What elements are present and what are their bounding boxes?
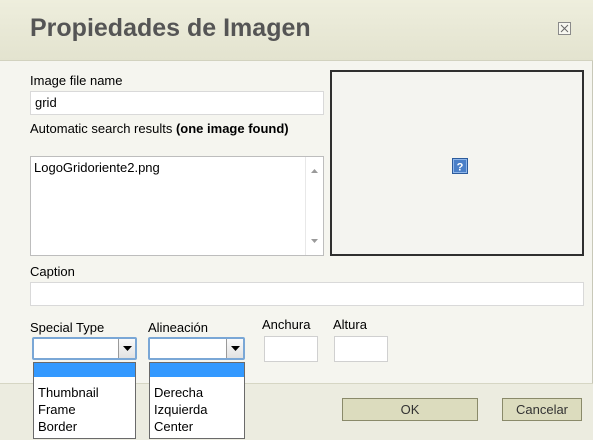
cancel-button[interactable]: Cancelar [502,398,582,421]
search-results-label: Automatic search results (one image foun… [30,122,320,136]
height-label: Altura [333,317,367,332]
ok-button[interactable]: OK [342,398,478,421]
search-results-label-text: Automatic search results [30,121,173,136]
special-type-label: Special Type [30,320,105,335]
width-input[interactable] [264,336,318,362]
image-properties-dialog: Propiedades de Imagen Image file name gr… [0,0,593,440]
list-scrollbar[interactable] [305,157,323,255]
special-type-option-empty[interactable] [34,363,135,377]
file-name-value: grid [35,95,57,110]
align-label: Alineación [148,320,208,335]
special-type-option-thumbnail[interactable]: Thumbnail [38,385,99,400]
align-select[interactable] [148,337,245,360]
image-preview: ? [330,70,584,256]
search-results-count: (one image found) [175,121,289,136]
height-input[interactable] [334,336,388,362]
align-dropdown-button[interactable] [226,339,243,358]
special-type-option-border[interactable]: Border [38,419,77,434]
scroll-up-arrow-icon[interactable] [306,165,323,177]
width-label: Anchura [262,317,311,332]
search-results-list[interactable]: LogoGridoriente2.png [30,156,324,256]
file-name-label: Image file name [30,73,123,88]
close-icon [560,24,569,33]
list-item[interactable]: LogoGridoriente2.png [34,160,160,175]
align-option-empty[interactable] [150,363,244,377]
dialog-titlebar[interactable]: Propiedades de Imagen [0,0,593,61]
special-type-options[interactable]: Thumbnail Frame Border [33,362,136,439]
special-type-dropdown-button[interactable] [118,339,135,358]
special-type-option-frame[interactable]: Frame [38,402,76,417]
align-options[interactable]: Derecha Izquierda Center [149,362,245,439]
align-option-derecha[interactable]: Derecha [154,385,203,400]
align-option-center[interactable]: Center [154,419,193,434]
caption-label: Caption [30,264,75,279]
svg-text:?: ? [457,162,464,174]
close-button[interactable] [558,22,571,35]
dialog-title: Propiedades de Imagen [30,14,311,42]
scroll-down-arrow-icon[interactable] [306,235,323,247]
chevron-down-icon [231,346,240,351]
file-name-input[interactable]: grid [30,91,324,115]
caption-input[interactable] [30,282,584,306]
align-option-izquierda[interactable]: Izquierda [154,402,207,417]
special-type-select[interactable] [32,337,137,360]
question-mark-icon: ? [452,158,468,174]
chevron-down-icon [123,346,132,351]
